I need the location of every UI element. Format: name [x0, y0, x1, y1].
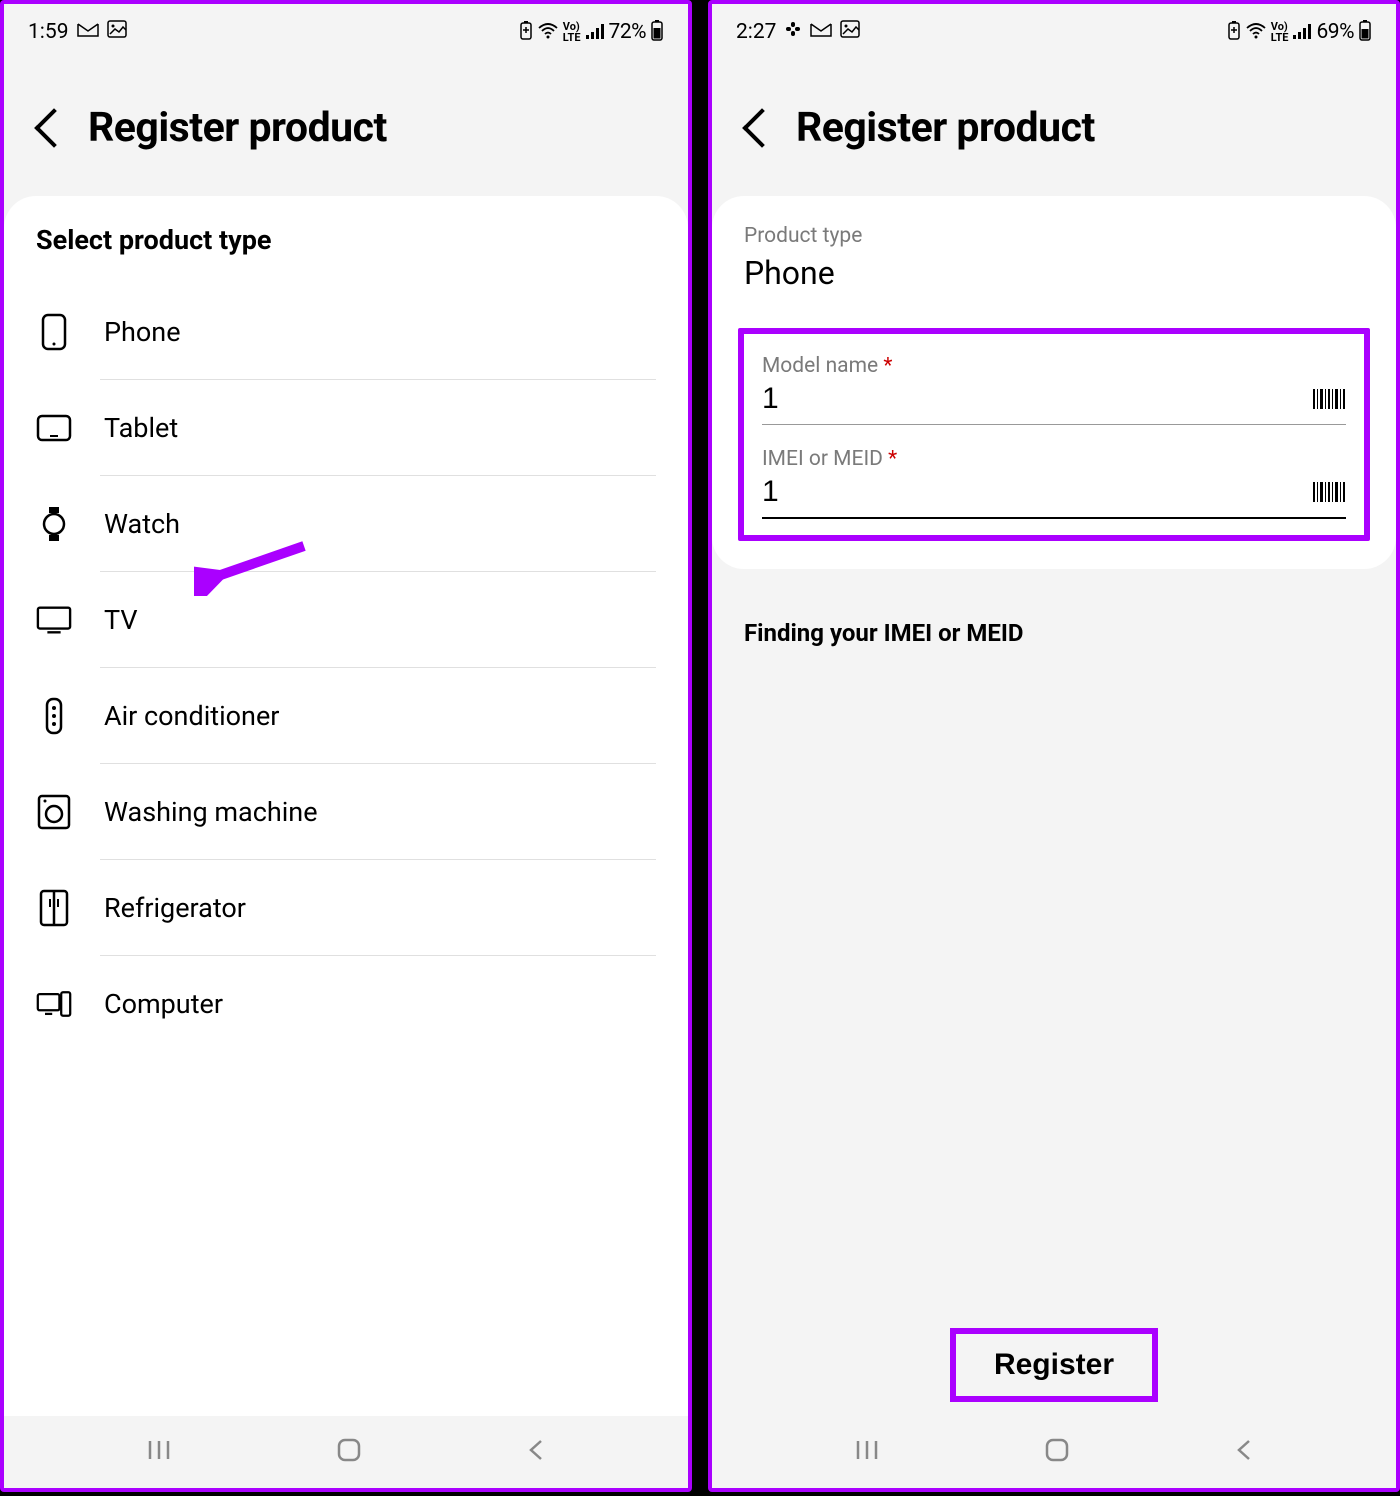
left-screenshot: 1:59 Vo)LTE 72% Reg [0, 0, 692, 1492]
annotation-highlight-fields: Model name * IMEI or MEID * [738, 328, 1370, 541]
tv-icon [36, 602, 72, 638]
section-title: Select product type [4, 224, 688, 284]
product-type-refrigerator[interactable]: Refrigerator [4, 860, 688, 956]
signal-icon [585, 20, 605, 44]
annotation-highlight-register: Register [950, 1328, 1158, 1402]
signal-icon [1292, 20, 1312, 44]
battery-icon [1358, 19, 1372, 46]
register-button[interactable]: Register [994, 1348, 1114, 1382]
image-icon [840, 20, 860, 44]
list-label: Air conditioner [104, 700, 279, 732]
image-icon [107, 20, 127, 44]
refrigerator-icon [36, 890, 72, 926]
nav-bar [712, 1416, 1396, 1488]
required-indicator: * [888, 447, 897, 471]
list-label: Computer [104, 988, 223, 1020]
status-bar: 2:27 Vo)LTE 69% [712, 4, 1396, 60]
battery-percent: 69% [1316, 20, 1354, 44]
home-button[interactable] [1043, 1436, 1071, 1468]
product-type-tablet[interactable]: Tablet [4, 380, 688, 476]
volte-icon: Vo)LTE [563, 21, 581, 43]
back-button[interactable] [740, 114, 776, 142]
wifi-icon [537, 20, 559, 44]
finding-imei-link[interactable]: Finding your IMEI or MEID [712, 569, 1396, 697]
product-type-tv[interactable]: TV [4, 572, 688, 668]
page-title: Register product [88, 104, 387, 152]
tablet-icon [36, 410, 72, 446]
list-label: Tablet [104, 412, 178, 444]
list-label: TV [104, 604, 138, 636]
header: Register product [712, 60, 1396, 196]
content-card: Select product type Phone Tablet [4, 196, 688, 1488]
barcode-icon[interactable] [1312, 387, 1346, 411]
phone-icon [36, 314, 72, 350]
washing-machine-icon [36, 794, 72, 830]
header: Register product [4, 60, 688, 196]
product-type-label: Product type [744, 224, 1364, 248]
battery-saver-icon [1227, 20, 1241, 45]
imei-label: IMEI or MEID [762, 447, 883, 471]
battery-percent: 72% [609, 20, 647, 44]
back-nav-button[interactable] [1234, 1437, 1254, 1467]
product-type-ac[interactable]: Air conditioner [4, 668, 688, 764]
gmail-icon [810, 20, 832, 44]
list-label: Phone [104, 316, 181, 348]
status-time: 2:27 [736, 20, 777, 44]
form-card: Product type Phone Model name * [712, 196, 1396, 569]
nav-bar [4, 1416, 688, 1488]
barcode-icon[interactable] [1312, 480, 1346, 504]
wifi-icon [1245, 20, 1267, 44]
gmail-icon [77, 20, 99, 44]
model-name-label: Model name [762, 354, 878, 378]
annotation-arrow [194, 536, 314, 600]
home-button[interactable] [335, 1436, 363, 1468]
list-label: Refrigerator [104, 892, 246, 924]
product-type-value: Phone [744, 254, 1364, 292]
status-time: 1:59 [28, 20, 69, 44]
back-button[interactable] [32, 114, 68, 142]
right-screenshot: 2:27 Vo)LTE 69% [708, 0, 1400, 1492]
recents-button[interactable] [146, 1437, 172, 1467]
required-indicator: * [883, 354, 892, 378]
product-type-phone[interactable]: Phone [4, 284, 688, 380]
product-type-washing-machine[interactable]: Washing machine [4, 764, 688, 860]
slack-icon [784, 20, 802, 44]
volte-icon: Vo)LTE [1271, 21, 1289, 43]
back-nav-button[interactable] [526, 1437, 546, 1467]
product-type-watch[interactable]: Watch [4, 476, 688, 572]
model-name-input[interactable] [762, 382, 1312, 416]
product-type-computer[interactable]: Computer [4, 956, 688, 1052]
status-bar: 1:59 Vo)LTE 72% [4, 4, 688, 60]
watch-icon [36, 506, 72, 542]
computer-icon [36, 986, 72, 1022]
battery-icon [650, 19, 664, 46]
page-title: Register product [796, 104, 1095, 152]
list-label: Washing machine [104, 796, 318, 828]
recents-button[interactable] [854, 1437, 880, 1467]
list-label: Watch [104, 508, 180, 540]
imei-input[interactable] [762, 475, 1312, 509]
ac-icon [36, 698, 72, 734]
battery-saver-icon [519, 20, 533, 45]
